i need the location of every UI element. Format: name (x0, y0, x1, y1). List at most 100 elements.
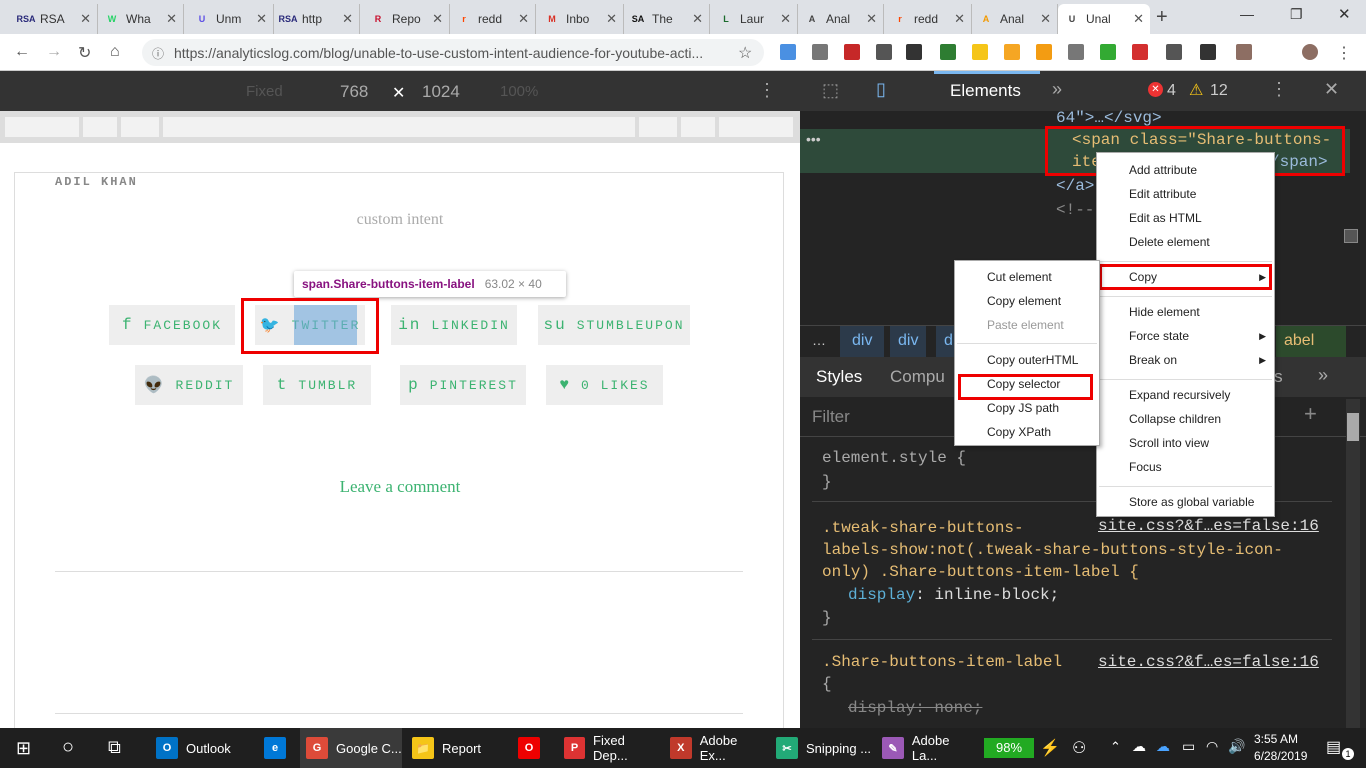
tab-elements[interactable]: Elements (950, 81, 1021, 101)
filter-input[interactable]: Filter (812, 407, 850, 427)
context-menu-item[interactable]: Scroll into view (1129, 436, 1209, 450)
tab-computed[interactable]: Compu (890, 367, 945, 387)
url-field[interactable]: ⓘ https://analyticslog.com/blog/unable-t… (142, 39, 764, 66)
taskbar-app[interactable]: G Google C... (300, 728, 402, 768)
close-tab-icon[interactable]: ✕ (866, 11, 877, 27)
people-icon[interactable]: ⚇ (1072, 738, 1086, 758)
share-button[interactable]: in LINKEDIN (391, 305, 517, 345)
device-select[interactable]: Fixed (246, 83, 283, 100)
reload-icon[interactable]: ↻ (78, 43, 91, 63)
close-tab-icon[interactable]: ✕ (342, 11, 353, 27)
close-devtools-icon[interactable]: ✕ (1324, 79, 1339, 100)
clock-time[interactable]: 3:55 AM (1254, 732, 1298, 746)
context-menu-item[interactable]: Store as global variable (1129, 495, 1254, 509)
context-menu-item[interactable]: Break on (1129, 353, 1177, 367)
share-button[interactable]: 👽 REDDIT (135, 365, 243, 405)
maximize-button[interactable]: ❐ (1290, 6, 1303, 23)
browser-tab[interactable]: R Repo ✕ (364, 4, 450, 34)
home-icon[interactable]: ⌂ (110, 43, 120, 61)
context-menu-item[interactable]: Add attribute (1129, 163, 1197, 177)
close-tab-icon[interactable]: ✕ (692, 11, 703, 27)
crumb-selected[interactable]: abel (1276, 326, 1346, 358)
styles-scrollbar[interactable] (1346, 399, 1360, 728)
close-tab-icon[interactable]: ✕ (954, 11, 965, 27)
browser-tab[interactable]: M Inbo ✕ (538, 4, 624, 34)
close-tab-icon[interactable]: ✕ (1040, 11, 1051, 27)
extension-icon[interactable] (812, 44, 828, 60)
minimize-button[interactable]: — (1240, 6, 1254, 22)
context-menu-item[interactable]: Expand recursively (1129, 388, 1230, 402)
forward-icon[interactable]: → (46, 43, 62, 61)
browser-tab[interactable]: U Unal ✕ (1058, 4, 1150, 34)
notification-icon[interactable]: ▤ (1326, 737, 1341, 757)
new-tab-button[interactable]: + (1156, 6, 1168, 29)
device-height[interactable]: 1024 (422, 82, 460, 102)
taskbar-app[interactable]: X Adobe Ex... (664, 728, 766, 768)
more-tabs-icon[interactable]: » (1318, 365, 1328, 386)
copy-menu-item[interactable]: Paste element (987, 318, 1064, 332)
leave-comment-link[interactable]: Leave a comment (15, 477, 785, 497)
close-tab-icon[interactable]: ✕ (80, 11, 91, 27)
browser-tab[interactable]: U Unm ✕ (188, 4, 274, 34)
device-width[interactable]: 768 (340, 82, 368, 102)
copy-menu-item[interactable]: Copy element (987, 294, 1061, 308)
extension-icon[interactable] (844, 44, 860, 60)
share-button[interactable]: p PINTEREST (400, 365, 526, 405)
context-menu-item[interactable]: Edit attribute (1129, 187, 1196, 201)
style-rule-source[interactable]: site.css?&f…es=false:16 (1098, 653, 1319, 671)
taskbar-app[interactable]: P Fixed Dep... (558, 728, 660, 768)
close-tab-icon[interactable]: ✕ (606, 11, 617, 27)
style-rule-selector[interactable]: element.style { (822, 449, 966, 467)
extension-icon[interactable] (1236, 44, 1252, 60)
close-tab-icon[interactable]: ✕ (1133, 11, 1144, 27)
start-icon[interactable]: ⊞ (16, 738, 31, 759)
extension-icon[interactable] (876, 44, 892, 60)
more-icon[interactable]: ⋮ (758, 80, 776, 101)
extension-icon[interactable] (1132, 44, 1148, 60)
context-menu-item[interactable]: Collapse children (1129, 412, 1221, 426)
crumb[interactable]: div (890, 326, 927, 358)
browser-tab[interactable]: L Laur ✕ (712, 4, 798, 34)
scrollbar[interactable] (1344, 229, 1358, 243)
extension-icon[interactable] (1100, 44, 1116, 60)
warning-icon[interactable]: ⚠ (1189, 80, 1203, 100)
battery-indicator[interactable]: 98% (984, 738, 1034, 758)
dom-line[interactable]: <!-- (1056, 201, 1094, 219)
share-button[interactable]: ♥ 0 LIKES (546, 365, 663, 405)
copy-menu-item[interactable]: Copy outerHTML (987, 353, 1078, 367)
tag-link[interactable]: custom intent (15, 211, 785, 229)
wifi-icon[interactable]: ◠ (1206, 738, 1218, 755)
tab-styles[interactable]: Styles (816, 367, 862, 387)
info-icon[interactable]: ⓘ (152, 45, 164, 62)
cloud-icon[interactable]: ☁ (1132, 738, 1146, 755)
extension-icon[interactable] (780, 44, 796, 60)
browser-tab[interactable]: A Anal ✕ (798, 4, 884, 34)
ruler-segment[interactable] (5, 117, 79, 137)
more-tabs-icon[interactable]: » (1052, 79, 1062, 100)
extension-icon[interactable] (1004, 44, 1020, 60)
close-window-button[interactable]: ✕ (1338, 5, 1351, 23)
error-icon[interactable]: ✕ (1148, 82, 1163, 97)
ellipsis-icon[interactable]: ••• (806, 131, 821, 147)
share-button[interactable]: t TUMBLR (263, 365, 371, 405)
extension-icon[interactable] (906, 44, 922, 60)
browser-menu-icon[interactable]: ⋮ (1336, 43, 1352, 63)
context-menu-item[interactable]: Hide element (1129, 305, 1200, 319)
style-property[interactable]: display: inline-block; (848, 586, 1059, 604)
close-tab-icon[interactable]: ✕ (166, 11, 177, 27)
extension-icon[interactable] (972, 44, 988, 60)
search-icon[interactable]: ○ (62, 736, 74, 759)
dom-line[interactable]: 64">…</svg> (1056, 109, 1162, 127)
context-menu-item[interactable]: Focus (1129, 460, 1162, 474)
style-rule-source[interactable]: site.css?&f…es=false:16 (1098, 517, 1319, 535)
ruler-segment[interactable] (639, 117, 677, 137)
taskbar-app[interactable]: ✎ Adobe La... (876, 728, 978, 768)
copy-menu-item[interactable]: Copy JS path (987, 401, 1059, 415)
back-icon[interactable]: ← (14, 43, 30, 61)
inspect-icon[interactable]: ⬚ (822, 80, 839, 101)
context-menu-item[interactable]: Edit as HTML (1129, 211, 1202, 225)
extension-icon[interactable] (1068, 44, 1084, 60)
close-tab-icon[interactable]: ✕ (432, 11, 443, 27)
ruler-segment[interactable] (163, 117, 635, 137)
extension-icon[interactable] (940, 44, 956, 60)
